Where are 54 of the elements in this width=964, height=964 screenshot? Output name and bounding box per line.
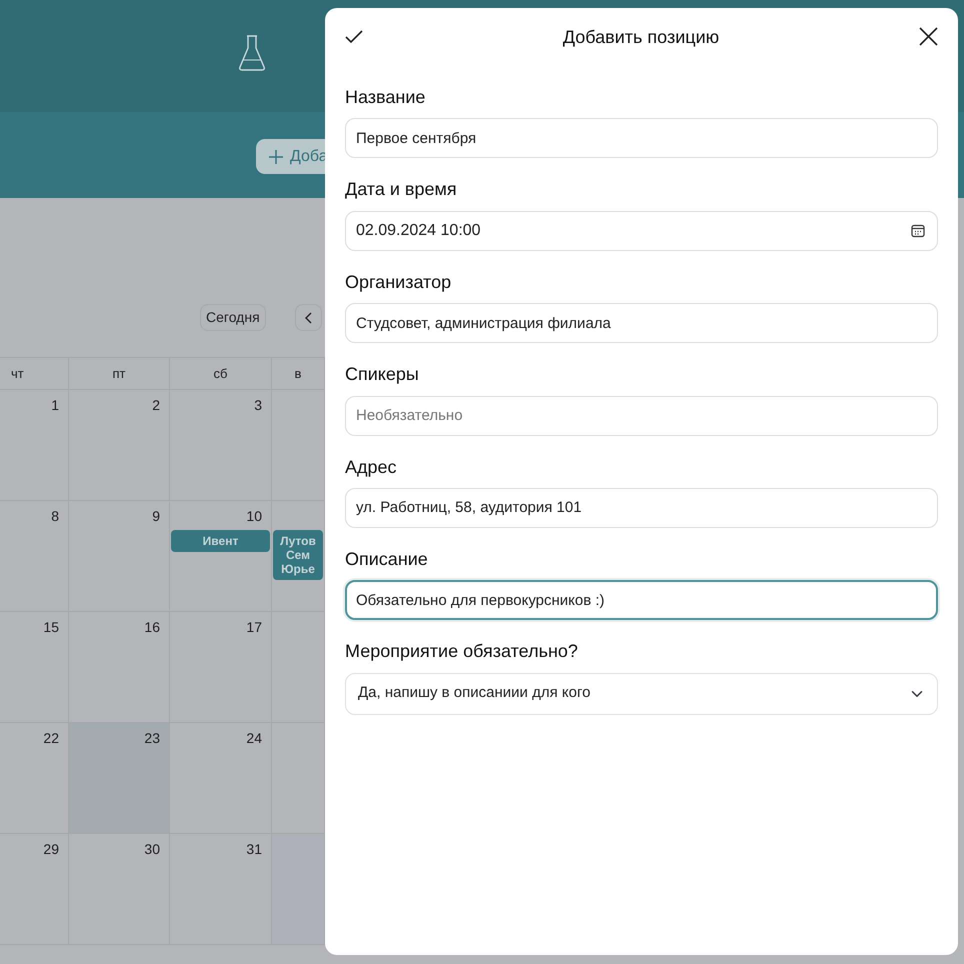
input-field[interactable]: Необязательно (345, 396, 938, 436)
weekday-header: чт (0, 357, 69, 390)
day-number: 23 (143, 729, 160, 748)
day-cell[interactable]: 30 (69, 834, 170, 945)
day-number: 29 (42, 840, 59, 859)
day-number: 9 (151, 507, 160, 526)
day-number: 2 (151, 396, 160, 415)
day-number: 16 (143, 618, 160, 637)
field-label: Описание (345, 548, 429, 571)
close-icon (919, 27, 938, 46)
day-number: 31 (245, 840, 262, 859)
datetime-field[interactable]: 02.09.2024 10:00 (345, 210, 938, 251)
input-field[interactable]: Обязательно для первокурсников :) (345, 580, 938, 620)
field-label: Дата и время (345, 178, 458, 202)
day-cell[interactable]: 9 (69, 501, 170, 612)
previous-button[interactable] (295, 304, 322, 331)
day-cell[interactable]: 17 (170, 612, 272, 723)
field-label: Адрес (345, 456, 398, 479)
field-label: Спикеры (345, 363, 420, 386)
check-icon (345, 30, 363, 44)
chevron-left-icon (304, 312, 312, 324)
day-number: 1 (50, 396, 59, 415)
day-cell[interactable]: 24 (170, 723, 272, 834)
plus-icon (268, 148, 284, 164)
weekday-header: пт (69, 357, 170, 390)
day-number: 17 (245, 618, 262, 637)
day-cell[interactable] (272, 834, 325, 945)
flask-icon (238, 34, 266, 72)
field-label: Мероприятие обязательно? (345, 640, 579, 664)
today-button[interactable]: Сегодня (200, 304, 266, 331)
field-label: Название (345, 86, 426, 109)
day-cell[interactable]: 10 Ивент (170, 501, 272, 612)
day-number: 3 (253, 396, 262, 415)
day-cell[interactable]: 2 (69, 390, 170, 501)
input-field[interactable]: ул. Работниц, 58, аудитория 101 (345, 488, 938, 528)
day-number: 8 (50, 507, 59, 526)
day-number: 10 (245, 507, 262, 526)
day-cell[interactable]: 23 (69, 723, 170, 834)
day-number: 24 (245, 729, 262, 748)
day-number: 15 (42, 618, 59, 637)
weekday-header: сб (170, 357, 272, 390)
select-field[interactable]: Да, напишу в описаниии для кого (345, 672, 938, 715)
day-cell[interactable]: 3 (170, 390, 272, 501)
input-field[interactable]: Студсовет, администрация филиала (345, 303, 938, 344)
day-cell[interactable]: 8 (0, 501, 69, 612)
day-cell[interactable]: 29 (0, 834, 69, 945)
calendar-icon[interactable] (911, 224, 925, 238)
day-cell[interactable]: 15 (0, 612, 69, 723)
day-cell[interactable]: 1 (0, 390, 69, 501)
field-label: Организатор (345, 270, 452, 294)
dialog-title: Добавить позицию (562, 26, 720, 49)
day-number: 30 (143, 840, 160, 859)
input-field[interactable]: Первое сентября (345, 118, 938, 158)
day-number: 22 (42, 729, 59, 748)
